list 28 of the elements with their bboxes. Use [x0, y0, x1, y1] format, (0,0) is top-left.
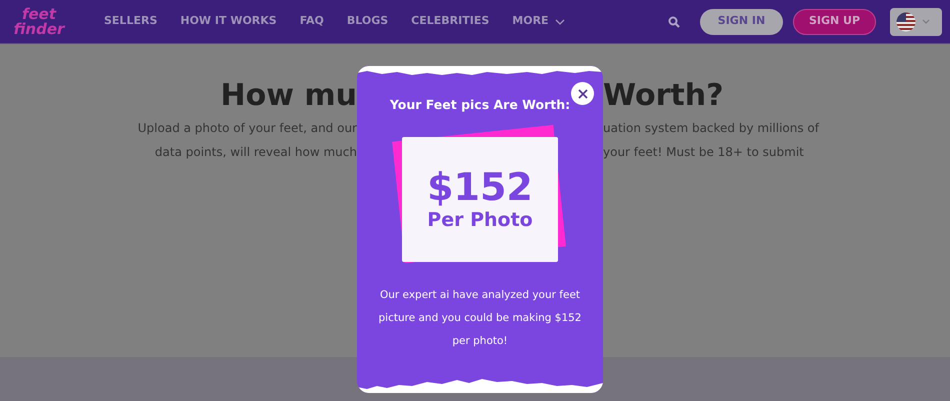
price-unit: Per Photo: [427, 208, 533, 232]
sign-in-button[interactable]: SIGN IN: [700, 8, 783, 34]
intro-text: data points, will reveal how much: [154, 144, 357, 161]
search-icon[interactable]: [668, 16, 680, 28]
intro-text: uation system backed by millions of: [603, 120, 819, 137]
nav-link[interactable]: MORE: [512, 13, 565, 30]
sign-up-button[interactable]: SIGN UP: [793, 8, 876, 34]
nav-link[interactable]: HOW IT WORKS: [180, 13, 277, 30]
logo-text: feet: [22, 6, 56, 22]
page-heading: Worth?: [603, 77, 724, 115]
price-amount: $152: [427, 166, 533, 208]
nav-link[interactable]: FAQ: [300, 13, 324, 30]
chevron-down-icon: [554, 18, 565, 24]
intro-text: your feet! Must be 18+ to submit: [603, 144, 804, 161]
close-icon: [578, 88, 588, 98]
nav-link[interactable]: CELEBRITIES: [411, 13, 490, 30]
page-heading: How mu: [220, 77, 357, 115]
language-selector[interactable]: [890, 8, 942, 36]
dialog-message: Our expert ai have analyzed your feet picture and you could be making $152 per photo!: [377, 288, 582, 349]
logo[interactable]: feet finder: [8, 6, 70, 36]
dialog-title: Your Feet pics Are Worth:: [390, 96, 570, 114]
chevron-down-icon: [922, 19, 930, 24]
intro-text: Upload a photo of your feet, and our: [138, 120, 357, 137]
logo-text: finder: [14, 22, 64, 36]
flag-icon: [896, 12, 916, 32]
nav-link[interactable]: SELLERS: [104, 13, 158, 30]
nav-link[interactable]: BLOGS: [346, 13, 388, 30]
close-button[interactable]: [571, 82, 594, 105]
